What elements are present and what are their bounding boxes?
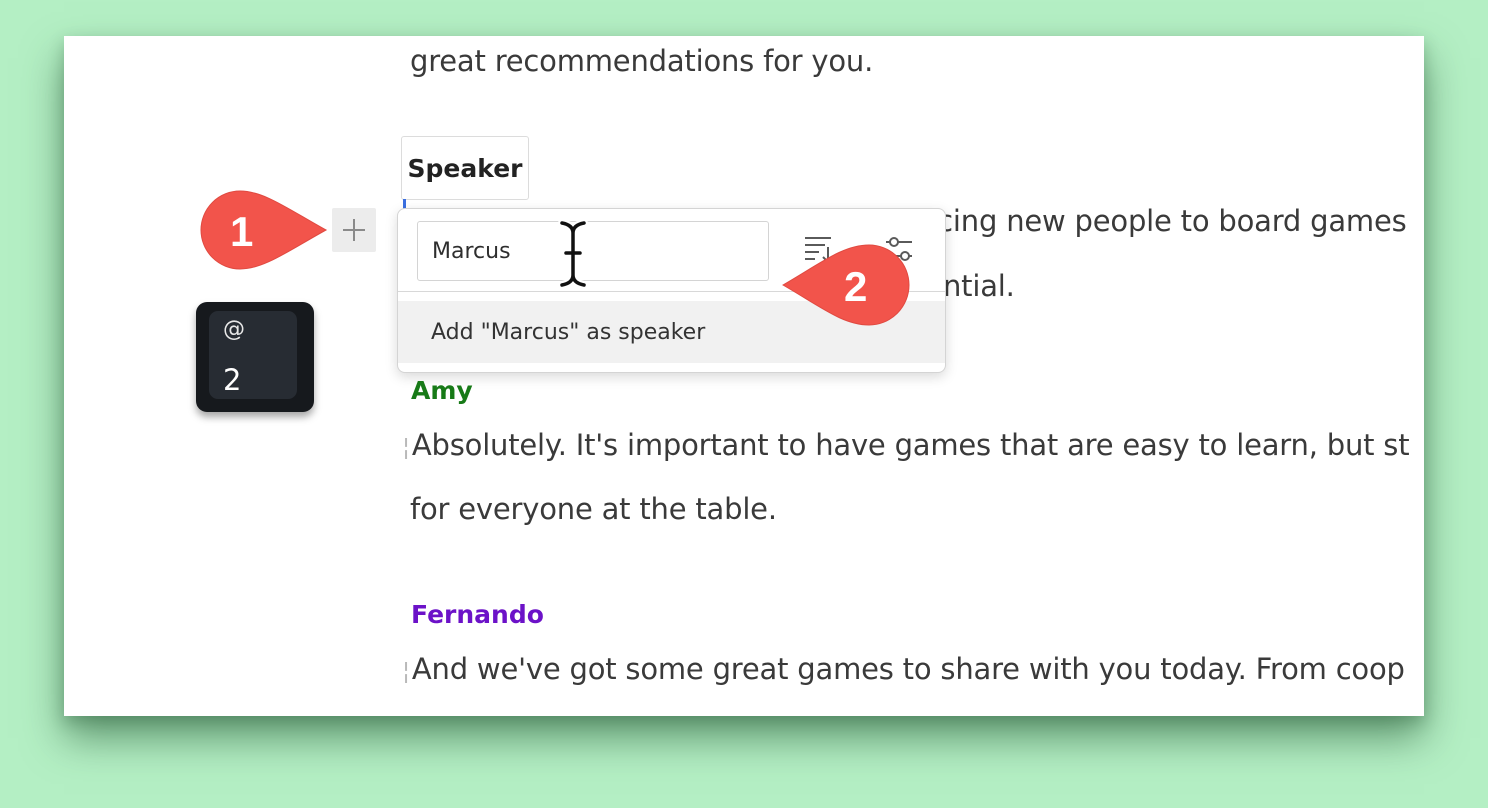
key-cap: @ 2	[209, 311, 297, 399]
plus-icon	[343, 219, 365, 241]
option-label: Add "Marcus" as speaker	[431, 319, 706, 345]
speaker-search-input[interactable]: Marcus	[417, 221, 769, 281]
callout-number-2: 2	[844, 263, 868, 310]
document-window: great recommendations for you. Speaker u…	[64, 36, 1424, 716]
callout-marker-1	[200, 190, 328, 270]
paragraph-line: great recommendations for you.	[410, 44, 874, 78]
key-symbol: @	[223, 317, 245, 342]
callout-number-1: 1	[230, 208, 254, 255]
key-number: 2	[223, 363, 242, 397]
paragraph-line: for everyone at the table.	[410, 492, 777, 526]
speaker-name-amy[interactable]: Amy	[411, 376, 473, 405]
speaker-tab-label: Speaker	[407, 153, 523, 183]
paragraph-line: ¦And we've got some great games to share…	[402, 652, 1405, 686]
speaker-name-fernando[interactable]: Fernando	[411, 600, 544, 629]
speaker-tab[interactable]: Speaker	[401, 136, 529, 200]
add-speaker-button[interactable]	[332, 208, 376, 252]
paragraph-line: ucing new people to board games	[919, 204, 1407, 238]
text-cursor-icon	[558, 219, 588, 289]
search-input-value: Marcus	[432, 238, 511, 264]
keyboard-shortcut-key: @ 2	[196, 302, 314, 412]
paragraph-line: ¦Absolutely. It's important to have game…	[402, 428, 1410, 462]
paragraph-line: ntial.	[943, 269, 1015, 303]
